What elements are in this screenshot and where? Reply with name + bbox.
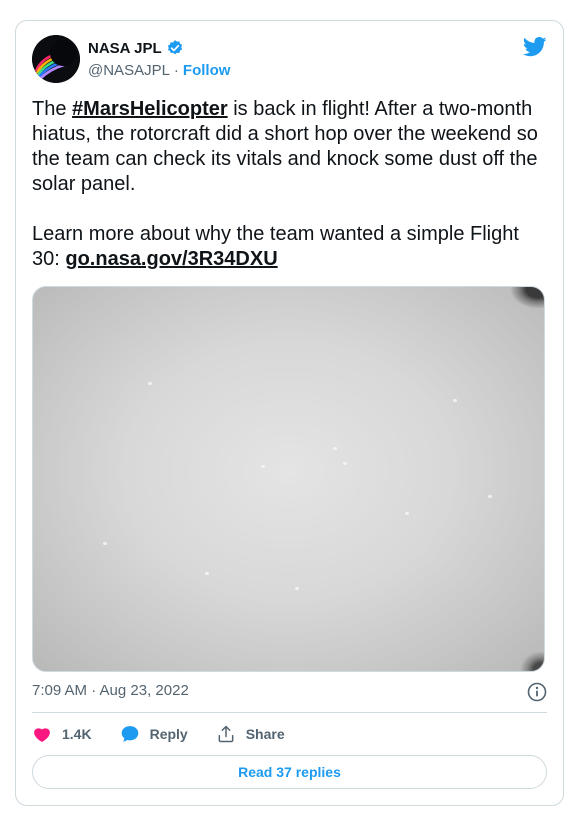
timestamp-row: 7:09 AM · Aug 23, 2022 — [32, 682, 547, 702]
image-vignette-corner — [520, 651, 544, 671]
read-replies-button[interactable]: Read 37 replies — [32, 755, 547, 789]
image-speck — [148, 382, 152, 385]
author-name-row: NASA JPL — [88, 39, 184, 57]
image-speck — [103, 542, 107, 545]
tweet-card: NASA JPL @NASAJPL · Follow The #MarsHeli… — [15, 20, 564, 806]
image-speck — [261, 465, 265, 468]
share-label: Share — [245, 726, 285, 742]
read-replies-label: Read 37 replies — [238, 764, 341, 780]
image-speck — [405, 512, 409, 515]
share-button[interactable]: Share — [216, 724, 285, 744]
heart-icon — [34, 728, 50, 742]
tweet-text: The #MarsHelicopter is back in flight! A… — [32, 97, 552, 272]
url-link[interactable]: go.nasa.gov/3R34DXU — [65, 248, 277, 270]
avatar[interactable] — [32, 35, 80, 83]
author-handle[interactable]: @NASAJPL — [88, 62, 170, 79]
tweet-text-segment: The — [32, 98, 73, 120]
author-name[interactable]: NASA JPL — [88, 40, 162, 57]
divider — [32, 712, 547, 713]
image-speck — [488, 495, 492, 498]
tweet-paragraph-2: Learn more about why the team wanted a s… — [32, 222, 552, 272]
info-icon[interactable] — [527, 682, 547, 702]
share-icon — [218, 725, 234, 743]
speech-bubble-icon — [121, 726, 138, 742]
separator-dot: · — [173, 62, 179, 79]
like-count: 1.4K — [62, 726, 92, 742]
image-speck — [295, 587, 299, 590]
verified-badge-icon — [166, 39, 184, 57]
image-vignette-corner — [510, 287, 544, 309]
follow-button[interactable]: Follow — [183, 62, 231, 79]
like-button[interactable]: 1.4K — [32, 724, 92, 744]
handle-row: @NASAJPL · Follow — [88, 62, 230, 79]
tweet-header: NASA JPL @NASAJPL · Follow — [32, 35, 547, 87]
reply-button[interactable]: Reply — [120, 724, 188, 744]
image-speck — [453, 399, 457, 402]
reply-label: Reply — [149, 726, 188, 742]
image-speck — [333, 447, 337, 450]
twitter-bird-icon[interactable] — [522, 37, 547, 57]
image-speck — [205, 572, 209, 575]
tweet-paragraph-1: The #MarsHelicopter is back in flight! A… — [32, 97, 552, 197]
timestamp[interactable]: 7:09 AM · Aug 23, 2022 — [32, 682, 189, 699]
hashtag-link[interactable]: #MarsHelicopter — [72, 98, 228, 120]
action-bar: 1.4K Reply Share — [32, 723, 313, 745]
tweet-media-image[interactable] — [32, 286, 545, 672]
image-speck — [343, 462, 347, 465]
